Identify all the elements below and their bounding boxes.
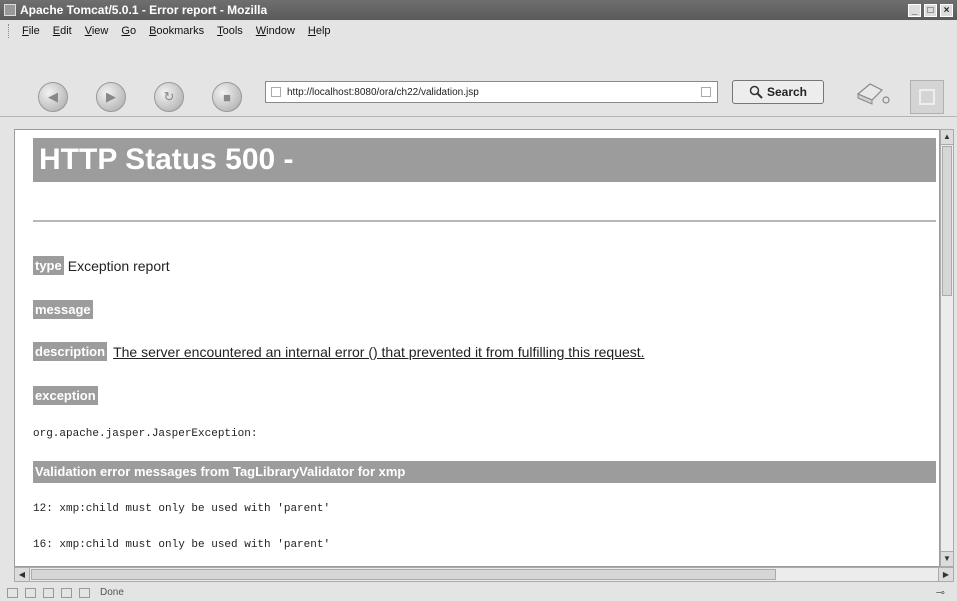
navigator-icon[interactable]: [7, 587, 18, 598]
menu-bookmarks[interactable]: Bookmarks: [149, 25, 204, 37]
throbber-icon: [919, 89, 935, 105]
connection-icon: ⊸: [935, 587, 945, 599]
address-book-icon[interactable]: [61, 587, 72, 598]
chat-icon[interactable]: [79, 587, 90, 598]
description-row: description The server encountered an in…: [33, 342, 645, 361]
mozilla-icon: [4, 4, 16, 16]
mozilla-throbber[interactable]: [910, 80, 944, 114]
menu-edit[interactable]: Edit: [53, 25, 72, 37]
navigation-toolbar: ◀ ▶ ↻ ■ http://localhost:8080/ora/ch22/v…: [0, 42, 957, 117]
type-label: type: [33, 256, 64, 275]
scroll-up-arrow-icon[interactable]: ▲: [941, 130, 953, 145]
menu-tools[interactable]: Tools: [217, 25, 243, 37]
menu-view[interactable]: View: [85, 25, 109, 37]
horizontal-scroll-thumb[interactable]: [31, 569, 776, 580]
search-icon: [749, 85, 763, 99]
search-button-label: Search: [766, 85, 808, 99]
error-line: 12: xmp:child must only be used with 'pa…: [33, 503, 331, 515]
message-row: message: [33, 300, 93, 319]
exception-label: exception: [33, 386, 98, 405]
exception-row: exception: [33, 386, 98, 405]
description-value: The server encountered an internal error…: [113, 343, 645, 360]
scroll-down-arrow-icon[interactable]: ▼: [941, 551, 953, 566]
menu-bar: File Edit View Go Bookmarks Tools Window…: [0, 20, 957, 42]
maximize-button[interactable]: □: [924, 3, 937, 17]
back-icon: ◀: [48, 89, 58, 104]
window-title: Apache Tomcat/5.0.1 - Error report - Moz…: [20, 3, 268, 17]
status-text: Done: [100, 587, 124, 598]
url-text[interactable]: http://localhost:8080/ora/ch22/validatio…: [287, 87, 701, 98]
message-label: message: [33, 300, 93, 319]
reload-button[interactable]: ↻: [154, 82, 184, 112]
toolbar-grip[interactable]: [8, 24, 12, 38]
type-row: type Exception report: [33, 256, 170, 275]
content-viewport: HTTP Status 500 - type Exception report …: [14, 129, 940, 567]
page-icon: [271, 87, 281, 97]
vertical-scroll-thumb[interactable]: [942, 146, 952, 296]
type-value: Exception report: [67, 257, 170, 274]
title-bar: Apache Tomcat/5.0.1 - Error report - Moz…: [0, 0, 957, 20]
vertical-scrollbar[interactable]: ▲ ▼: [940, 129, 954, 567]
close-button[interactable]: ×: [940, 3, 953, 17]
minimize-button[interactable]: _: [908, 3, 921, 17]
back-button[interactable]: ◀: [38, 82, 68, 112]
stop-icon: ■: [223, 89, 231, 105]
url-bar[interactable]: http://localhost:8080/ora/ch22/validatio…: [265, 81, 718, 103]
forward-icon: ▶: [106, 89, 116, 104]
error-line: 16: xmp:child must only be used with 'pa…: [33, 539, 331, 551]
divider: [33, 220, 936, 222]
reload-icon: ↻: [163, 89, 175, 104]
menu-help[interactable]: Help: [308, 25, 331, 37]
print-icon[interactable]: [852, 80, 892, 106]
scroll-right-arrow-icon[interactable]: ▶: [938, 568, 953, 581]
menu-window[interactable]: Window: [256, 25, 295, 37]
search-button[interactable]: Search: [732, 80, 824, 104]
description-label: description: [33, 342, 108, 361]
forward-button[interactable]: ▶: [96, 82, 126, 112]
page-heading: HTTP Status 500 -: [33, 138, 936, 182]
exception-value: org.apache.jasper.JasperException:: [33, 428, 258, 440]
composer-icon[interactable]: [43, 587, 54, 598]
validation-header: Validation error messages from TagLibrar…: [33, 461, 936, 483]
mail-icon[interactable]: [25, 587, 36, 598]
stop-button[interactable]: ■: [212, 82, 242, 112]
go-icon[interactable]: [701, 87, 711, 97]
scroll-left-arrow-icon[interactable]: ◀: [15, 568, 30, 581]
status-bar: Done ⊸: [0, 584, 957, 601]
horizontal-scrollbar[interactable]: ◀ ▶: [14, 567, 954, 582]
menu-go[interactable]: Go: [121, 25, 136, 37]
menu-file[interactable]: File: [22, 25, 40, 37]
